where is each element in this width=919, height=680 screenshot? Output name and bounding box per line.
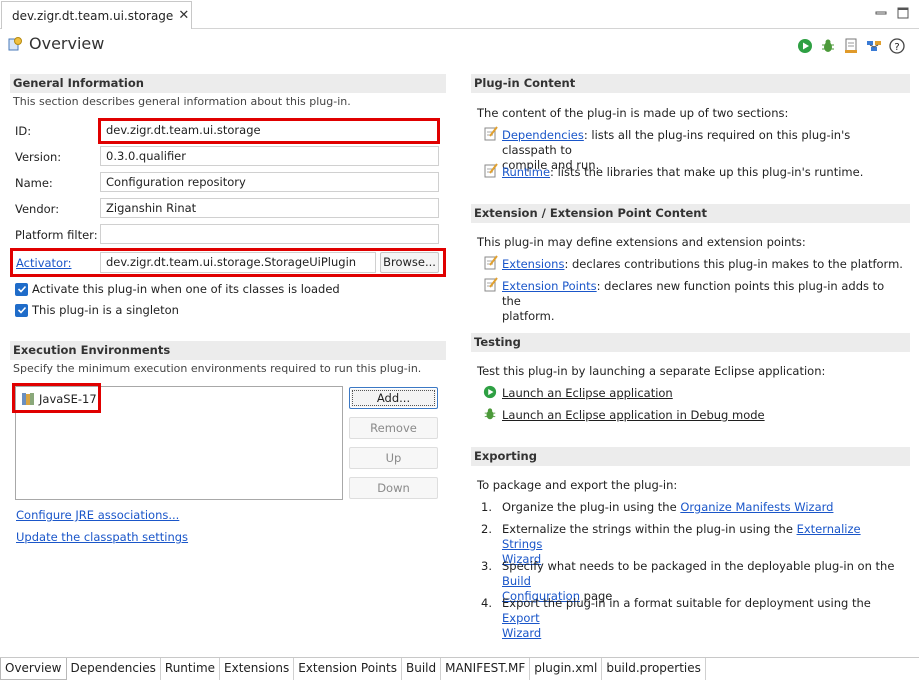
extension-content-intro: This plug-in may define extensions and e… xyxy=(477,235,806,249)
extensions-text: : declares contributions this plug-in ma… xyxy=(564,257,903,271)
export-wizard-link[interactable]: Export xyxy=(502,611,540,625)
checkmark-icon xyxy=(17,285,26,293)
tab-runtime[interactable]: Runtime xyxy=(161,658,221,680)
step-1-text: Organize the plug-in using the Organize … xyxy=(502,500,833,515)
runtime-link[interactable]: Runtime xyxy=(502,165,550,179)
tab-extension-points[interactable]: Extension Points xyxy=(294,658,402,680)
runtime-description: Runtime: lists the libraries that make u… xyxy=(502,165,863,180)
help-icon[interactable]: ? xyxy=(889,38,905,54)
platform-filter-label: Platform filter: xyxy=(15,228,98,242)
extension-points-link[interactable]: Extension Points xyxy=(502,279,597,293)
tab-plugin-xml[interactable]: plugin.xml xyxy=(530,658,603,680)
export-icon[interactable] xyxy=(843,38,859,54)
configure-jre-link[interactable]: Configure JRE associations... xyxy=(16,508,179,522)
add-button[interactable]: Add... xyxy=(349,387,438,409)
editor-page-tabs: Overview Dependencies Runtime Extensions… xyxy=(0,657,919,680)
general-info-header[interactable]: General Information xyxy=(10,74,446,93)
id-field[interactable]: dev.zigr.dt.team.ui.storage xyxy=(101,121,437,141)
extensions-description: Extensions: declares contributions this … xyxy=(502,257,903,272)
step-2-text-body: Externalize the strings within the plug-… xyxy=(502,522,797,536)
activate-checkbox-label: Activate this plug-in when one of its cl… xyxy=(32,282,340,296)
export-wizard-link-continued[interactable]: Wizard xyxy=(502,626,541,640)
step-1-text-body: Organize the plug-in using the xyxy=(502,500,681,514)
editor-tab[interactable]: dev.zigr.dt.team.ui.storage ✕ xyxy=(1,1,192,29)
browse-button[interactable]: Browse... xyxy=(380,252,439,273)
step-number: 3. xyxy=(481,559,492,573)
tab-manifest[interactable]: MANIFEST.MF xyxy=(441,658,531,680)
step-number: 1. xyxy=(481,500,492,514)
page-icon xyxy=(484,163,498,181)
maximize-icon[interactable] xyxy=(896,6,910,20)
extension-points-description: Extension Points: declares new function … xyxy=(502,279,902,324)
settings-icon[interactable] xyxy=(866,38,882,54)
launch-eclipse-link[interactable]: Launch an Eclipse application xyxy=(502,386,673,401)
page-icon xyxy=(484,277,498,295)
activator-link[interactable]: Activator: xyxy=(16,256,72,270)
down-button[interactable]: Down xyxy=(349,477,438,499)
step-number: 2. xyxy=(481,522,492,536)
page-icon xyxy=(484,126,498,144)
plugin-content-header[interactable]: Plug-in Content xyxy=(471,74,910,93)
tab-build[interactable]: Build xyxy=(402,658,442,680)
activator-field[interactable]: dev.zigr.dt.team.ui.storage.StorageUiPlu… xyxy=(100,252,376,273)
singleton-checkbox-label: This plug-in is a singleton xyxy=(32,303,179,317)
run-icon xyxy=(483,385,497,402)
up-button[interactable]: Up xyxy=(349,447,438,469)
step-4-text: Export the plug-in in a format suitable … xyxy=(502,596,912,641)
svg-text:?: ? xyxy=(894,42,899,53)
editor-tab-label: dev.zigr.dt.team.ui.storage xyxy=(12,8,174,23)
editor-tab-strip: dev.zigr.dt.team.ui.storage ✕ xyxy=(0,0,919,29)
checkmark-icon xyxy=(17,306,26,314)
testing-header[interactable]: Testing xyxy=(471,333,910,352)
platform-filter-field[interactable] xyxy=(100,224,439,244)
minimize-icon[interactable] xyxy=(874,6,888,20)
overview-icon xyxy=(7,36,23,55)
debug-icon[interactable] xyxy=(820,38,836,54)
vendor-field[interactable]: Ziganshin Rinat xyxy=(100,198,439,218)
extension-points-text-continued: platform. xyxy=(502,309,555,323)
page-title: Overview xyxy=(29,34,105,53)
tab-overview[interactable]: Overview xyxy=(0,658,67,680)
exec-env-header[interactable]: Execution Environments xyxy=(10,341,446,360)
organize-manifests-link[interactable]: Organize Manifests Wizard xyxy=(680,500,833,514)
dependencies-link[interactable]: Dependencies xyxy=(502,128,584,142)
list-item[interactable]: JavaSE-17 xyxy=(20,391,97,407)
singleton-checkbox[interactable] xyxy=(15,303,28,317)
tab-build-properties[interactable]: build.properties xyxy=(602,658,706,680)
runtime-text: : lists the libraries that make up this … xyxy=(550,165,864,179)
name-label: Name: xyxy=(15,176,53,190)
exec-env-description: Specify the minimum execution environmen… xyxy=(13,362,422,375)
launch-debug-link[interactable]: Launch an Eclipse application in Debug m… xyxy=(502,408,765,423)
remove-button[interactable]: Remove xyxy=(349,417,438,439)
page-icon xyxy=(484,255,498,273)
singleton-checkbox-row[interactable]: This plug-in is a singleton xyxy=(15,303,179,317)
extension-content-header[interactable]: Extension / Extension Point Content xyxy=(471,204,910,223)
extensions-link[interactable]: Extensions xyxy=(502,257,564,271)
step-number: 4. xyxy=(481,596,492,610)
tab-extensions[interactable]: Extensions xyxy=(220,658,295,680)
testing-intro: Test this plug-in by launching a separat… xyxy=(477,364,826,378)
plugin-content-intro: The content of the plug-in is made up of… xyxy=(477,106,789,120)
version-label: Version: xyxy=(15,150,62,164)
activate-checkbox-row[interactable]: Activate this plug-in when one of its cl… xyxy=(15,282,340,296)
exporting-header[interactable]: Exporting xyxy=(471,447,910,466)
step-3-text-body: Specify what needs to be packaged in the… xyxy=(502,559,895,573)
run-icon[interactable] xyxy=(797,38,813,54)
activate-checkbox[interactable] xyxy=(15,282,28,296)
java-library-icon xyxy=(22,393,34,405)
update-classpath-link[interactable]: Update the classpath settings xyxy=(16,530,188,544)
list-item-label: JavaSE-17 xyxy=(39,392,97,406)
build-configuration-link[interactable]: Build xyxy=(502,574,531,588)
vendor-label: Vendor: xyxy=(15,202,60,216)
step-4-text-body: Export the plug-in in a format suitable … xyxy=(502,596,871,610)
exporting-intro: To package and export the plug-in: xyxy=(477,478,678,492)
tab-dependencies[interactable]: Dependencies xyxy=(67,658,161,680)
close-icon[interactable]: ✕ xyxy=(178,8,189,23)
debug-icon xyxy=(483,407,497,424)
version-field[interactable]: 0.3.0.qualifier xyxy=(100,146,439,166)
name-field[interactable]: Configuration repository xyxy=(100,172,439,192)
general-info-description: This section describes general informati… xyxy=(13,95,351,108)
id-label: ID: xyxy=(15,124,32,138)
